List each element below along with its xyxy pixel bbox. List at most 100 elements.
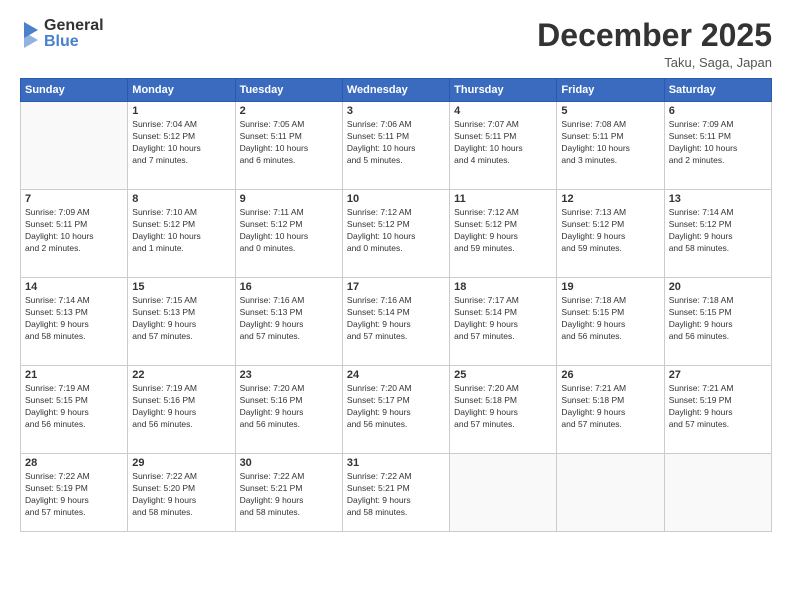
day-info: Sunrise: 7:19 AM Sunset: 5:16 PM Dayligh… bbox=[132, 383, 230, 431]
day-number: 26 bbox=[561, 369, 659, 381]
day-number: 24 bbox=[347, 369, 445, 381]
page: General Blue December 2025 Taku, Saga, J… bbox=[0, 0, 792, 612]
day-info: Sunrise: 7:10 AM Sunset: 5:12 PM Dayligh… bbox=[132, 207, 230, 255]
day-info: Sunrise: 7:20 AM Sunset: 5:18 PM Dayligh… bbox=[454, 383, 552, 431]
day-info: Sunrise: 7:07 AM Sunset: 5:11 PM Dayligh… bbox=[454, 119, 552, 167]
day-info: Sunrise: 7:21 AM Sunset: 5:19 PM Dayligh… bbox=[669, 383, 767, 431]
calendar-cell: 2 Sunrise: 7:05 AM Sunset: 5:11 PM Daylig… bbox=[235, 102, 342, 190]
day-number: 11 bbox=[454, 193, 552, 205]
day-info: Sunrise: 7:15 AM Sunset: 5:13 PM Dayligh… bbox=[132, 295, 230, 343]
day-number: 18 bbox=[454, 281, 552, 293]
calendar-cell: 9 Sunrise: 7:11 AM Sunset: 5:12 PM Daylig… bbox=[235, 190, 342, 278]
day-number: 12 bbox=[561, 193, 659, 205]
calendar: SundayMondayTuesdayWednesdayThursdayFrid… bbox=[20, 78, 772, 532]
calendar-cell bbox=[21, 102, 128, 190]
weekday-header: Saturday bbox=[664, 79, 771, 102]
weekday-header: Friday bbox=[557, 79, 664, 102]
day-number: 27 bbox=[669, 369, 767, 381]
logo-general-text: General bbox=[44, 18, 104, 34]
day-number: 31 bbox=[347, 457, 445, 469]
day-info: Sunrise: 7:22 AM Sunset: 5:20 PM Dayligh… bbox=[132, 471, 230, 519]
calendar-week-row: 21 Sunrise: 7:19 AM Sunset: 5:15 PM Dayli… bbox=[21, 366, 772, 454]
header: General Blue December 2025 Taku, Saga, J… bbox=[20, 18, 772, 70]
day-info: Sunrise: 7:16 AM Sunset: 5:14 PM Dayligh… bbox=[347, 295, 445, 343]
day-info: Sunrise: 7:22 AM Sunset: 5:21 PM Dayligh… bbox=[347, 471, 445, 519]
calendar-cell: 26 Sunrise: 7:21 AM Sunset: 5:18 PM Dayli… bbox=[557, 366, 664, 454]
day-info: Sunrise: 7:22 AM Sunset: 5:21 PM Dayligh… bbox=[240, 471, 338, 519]
logo-text: General Blue bbox=[44, 18, 104, 50]
day-number: 22 bbox=[132, 369, 230, 381]
day-number: 5 bbox=[561, 105, 659, 117]
day-number: 15 bbox=[132, 281, 230, 293]
calendar-cell: 8 Sunrise: 7:10 AM Sunset: 5:12 PM Daylig… bbox=[128, 190, 235, 278]
calendar-cell: 27 Sunrise: 7:21 AM Sunset: 5:19 PM Dayli… bbox=[664, 366, 771, 454]
calendar-cell: 3 Sunrise: 7:06 AM Sunset: 5:11 PM Daylig… bbox=[342, 102, 449, 190]
calendar-cell: 12 Sunrise: 7:13 AM Sunset: 5:12 PM Dayli… bbox=[557, 190, 664, 278]
calendar-cell: 17Sunrise: 7:16 AM Sunset: 5:14 PM Dayli… bbox=[342, 278, 449, 366]
day-info: Sunrise: 7:09 AM Sunset: 5:11 PM Dayligh… bbox=[25, 207, 123, 255]
day-number: 4 bbox=[454, 105, 552, 117]
calendar-cell: 4 Sunrise: 7:07 AM Sunset: 5:11 PM Daylig… bbox=[450, 102, 557, 190]
day-info: Sunrise: 7:21 AM Sunset: 5:18 PM Dayligh… bbox=[561, 383, 659, 431]
calendar-cell: 29Sunrise: 7:22 AM Sunset: 5:20 PM Dayli… bbox=[128, 454, 235, 532]
weekday-header: Monday bbox=[128, 79, 235, 102]
day-number: 9 bbox=[240, 193, 338, 205]
day-info: Sunrise: 7:20 AM Sunset: 5:16 PM Dayligh… bbox=[240, 383, 338, 431]
calendar-cell: 20Sunrise: 7:18 AM Sunset: 5:15 PM Dayli… bbox=[664, 278, 771, 366]
day-info: Sunrise: 7:12 AM Sunset: 5:12 PM Dayligh… bbox=[454, 207, 552, 255]
calendar-cell: 25Sunrise: 7:20 AM Sunset: 5:18 PM Dayli… bbox=[450, 366, 557, 454]
day-number: 1 bbox=[132, 105, 230, 117]
day-number: 19 bbox=[561, 281, 659, 293]
calendar-week-row: 7 Sunrise: 7:09 AM Sunset: 5:11 PM Daylig… bbox=[21, 190, 772, 278]
calendar-cell: 23 Sunrise: 7:20 AM Sunset: 5:16 PM Dayli… bbox=[235, 366, 342, 454]
weekday-header-row: SundayMondayTuesdayWednesdayThursdayFrid… bbox=[21, 79, 772, 102]
day-number: 6 bbox=[669, 105, 767, 117]
day-number: 30 bbox=[240, 457, 338, 469]
day-number: 2 bbox=[240, 105, 338, 117]
calendar-cell bbox=[664, 454, 771, 532]
day-info: Sunrise: 7:13 AM Sunset: 5:12 PM Dayligh… bbox=[561, 207, 659, 255]
day-info: Sunrise: 7:20 AM Sunset: 5:17 PM Dayligh… bbox=[347, 383, 445, 431]
calendar-cell: 6Sunrise: 7:09 AM Sunset: 5:11 PM Daylig… bbox=[664, 102, 771, 190]
day-number: 13 bbox=[669, 193, 767, 205]
day-info: Sunrise: 7:12 AM Sunset: 5:12 PM Dayligh… bbox=[347, 207, 445, 255]
calendar-cell: 30 Sunrise: 7:22 AM Sunset: 5:21 PM Dayli… bbox=[235, 454, 342, 532]
day-number: 23 bbox=[240, 369, 338, 381]
day-number: 16 bbox=[240, 281, 338, 293]
calendar-cell: 31 Sunrise: 7:22 AM Sunset: 5:21 PM Dayli… bbox=[342, 454, 449, 532]
day-number: 28 bbox=[25, 457, 123, 469]
day-info: Sunrise: 7:14 AM Sunset: 5:13 PM Dayligh… bbox=[25, 295, 123, 343]
month-title: December 2025 bbox=[537, 18, 772, 53]
calendar-cell: 11 Sunrise: 7:12 AM Sunset: 5:12 PM Dayli… bbox=[450, 190, 557, 278]
day-info: Sunrise: 7:11 AM Sunset: 5:12 PM Dayligh… bbox=[240, 207, 338, 255]
calendar-cell: 7 Sunrise: 7:09 AM Sunset: 5:11 PM Daylig… bbox=[21, 190, 128, 278]
day-number: 7 bbox=[25, 193, 123, 205]
calendar-cell: 13 Sunrise: 7:14 AM Sunset: 5:12 PM Dayli… bbox=[664, 190, 771, 278]
calendar-cell: 1Sunrise: 7:04 AM Sunset: 5:12 PM Daylig… bbox=[128, 102, 235, 190]
day-number: 8 bbox=[132, 193, 230, 205]
calendar-cell: 19Sunrise: 7:18 AM Sunset: 5:15 PM Dayli… bbox=[557, 278, 664, 366]
location: Taku, Saga, Japan bbox=[537, 55, 772, 70]
day-info: Sunrise: 7:22 AM Sunset: 5:19 PM Dayligh… bbox=[25, 471, 123, 519]
weekday-header: Thursday bbox=[450, 79, 557, 102]
calendar-week-row: 1Sunrise: 7:04 AM Sunset: 5:12 PM Daylig… bbox=[21, 102, 772, 190]
weekday-header: Tuesday bbox=[235, 79, 342, 102]
logo-icon bbox=[20, 20, 42, 48]
calendar-cell bbox=[557, 454, 664, 532]
calendar-week-row: 14Sunrise: 7:14 AM Sunset: 5:13 PM Dayli… bbox=[21, 278, 772, 366]
calendar-cell bbox=[450, 454, 557, 532]
day-number: 10 bbox=[347, 193, 445, 205]
day-info: Sunrise: 7:18 AM Sunset: 5:15 PM Dayligh… bbox=[669, 295, 767, 343]
day-info: Sunrise: 7:14 AM Sunset: 5:12 PM Dayligh… bbox=[669, 207, 767, 255]
day-info: Sunrise: 7:06 AM Sunset: 5:11 PM Dayligh… bbox=[347, 119, 445, 167]
day-info: Sunrise: 7:16 AM Sunset: 5:13 PM Dayligh… bbox=[240, 295, 338, 343]
calendar-cell: 5Sunrise: 7:08 AM Sunset: 5:11 PM Daylig… bbox=[557, 102, 664, 190]
day-number: 21 bbox=[25, 369, 123, 381]
day-info: Sunrise: 7:19 AM Sunset: 5:15 PM Dayligh… bbox=[25, 383, 123, 431]
calendar-cell: 21 Sunrise: 7:19 AM Sunset: 5:15 PM Dayli… bbox=[21, 366, 128, 454]
day-number: 3 bbox=[347, 105, 445, 117]
calendar-cell: 16 Sunrise: 7:16 AM Sunset: 5:13 PM Dayli… bbox=[235, 278, 342, 366]
day-info: Sunrise: 7:05 AM Sunset: 5:11 PM Dayligh… bbox=[240, 119, 338, 167]
calendar-cell: 28 Sunrise: 7:22 AM Sunset: 5:19 PM Dayli… bbox=[21, 454, 128, 532]
calendar-cell: 14Sunrise: 7:14 AM Sunset: 5:13 PM Dayli… bbox=[21, 278, 128, 366]
